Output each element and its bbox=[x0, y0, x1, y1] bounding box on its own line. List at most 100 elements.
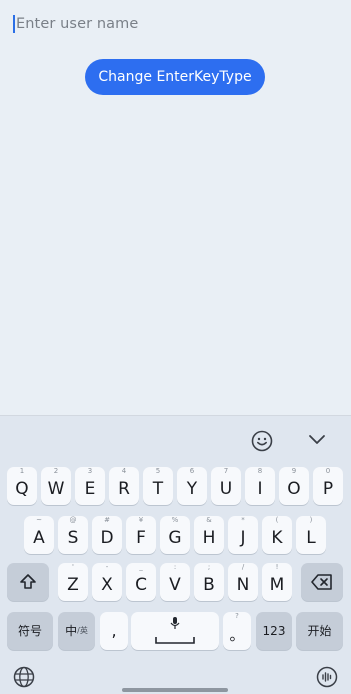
key-c[interactable]: _ C bbox=[126, 563, 156, 601]
key-hint: ~ bbox=[36, 516, 42, 524]
space-key[interactable] bbox=[131, 612, 219, 650]
key-s[interactable]: @ S bbox=[58, 516, 88, 554]
key-a[interactable]: ~ A bbox=[24, 516, 54, 554]
lang-primary: 中 bbox=[65, 624, 78, 638]
key-label: D bbox=[100, 528, 114, 548]
key-hint: ) bbox=[309, 516, 313, 524]
period-key-hint: ? bbox=[235, 612, 239, 620]
numbers-key-label: 123 bbox=[262, 624, 286, 638]
key-hint: / bbox=[241, 563, 245, 571]
key-hint: - bbox=[105, 563, 109, 571]
key-hint: ' bbox=[72, 563, 74, 571]
voice-input-icon[interactable] bbox=[316, 666, 338, 688]
key-y[interactable]: 6Y bbox=[177, 467, 207, 505]
enter-key[interactable]: 开始 bbox=[296, 612, 343, 650]
key-hint: * bbox=[241, 516, 245, 524]
key-label: U bbox=[219, 479, 233, 499]
key-label: J bbox=[240, 528, 246, 548]
shift-icon bbox=[20, 574, 36, 589]
key-t[interactable]: 5T bbox=[143, 467, 173, 505]
key-w[interactable]: 2W bbox=[41, 467, 71, 505]
key-label: A bbox=[33, 528, 45, 548]
key-hint: 8 bbox=[257, 467, 263, 475]
period-key[interactable]: ? 。 bbox=[223, 612, 251, 650]
key-label: H bbox=[202, 528, 216, 548]
key-hint: ( bbox=[275, 516, 279, 524]
key-hint: @ bbox=[69, 516, 77, 524]
soft-keyboard: 1Q2W3E4R5T6Y7U8I9O0P ~ A @ S # D ¥ F% G & H * J(K) L … bbox=[0, 415, 351, 694]
key-label: R bbox=[118, 479, 130, 499]
symbols-key-label: 符号 bbox=[17, 624, 42, 638]
key-i[interactable]: 8I bbox=[245, 467, 275, 505]
key-k[interactable]: (K bbox=[262, 516, 292, 554]
key-v[interactable]: :V bbox=[160, 563, 190, 601]
key-r[interactable]: 4R bbox=[109, 467, 139, 505]
key-label: V bbox=[169, 575, 181, 595]
key-q[interactable]: 1Q bbox=[7, 467, 37, 505]
comma-key-label: , bbox=[111, 621, 117, 640]
key-l[interactable]: ) L bbox=[296, 516, 326, 554]
key-m[interactable]: ! M bbox=[262, 563, 292, 601]
key-label: F bbox=[136, 528, 146, 548]
globe-icon[interactable] bbox=[13, 666, 35, 688]
numbers-key[interactable]: 123 bbox=[256, 612, 292, 650]
key-hint: 1 bbox=[19, 467, 25, 475]
key-h[interactable]: & H bbox=[194, 516, 224, 554]
key-hint: _ bbox=[139, 563, 143, 571]
key-hint: : bbox=[173, 563, 177, 571]
key-x[interactable]: -X bbox=[92, 563, 122, 601]
backspace-icon bbox=[311, 574, 332, 590]
comma-key[interactable]: , bbox=[100, 612, 128, 650]
collapse-keyboard-icon[interactable] bbox=[308, 434, 326, 446]
key-label: S bbox=[67, 528, 79, 548]
language-toggle-key[interactable]: 中 /英 bbox=[58, 612, 95, 650]
change-enter-key-type-button[interactable]: Change EnterKeyType bbox=[85, 59, 265, 95]
key-label: W bbox=[47, 479, 65, 499]
key-p[interactable]: 0P bbox=[313, 467, 343, 505]
app-content: Enter user name Change EnterKeyType bbox=[0, 0, 351, 415]
key-label: Z bbox=[67, 575, 79, 595]
key-hint: & bbox=[206, 516, 212, 524]
period-key-label: 。 bbox=[229, 626, 245, 644]
key-label: T bbox=[152, 479, 164, 499]
key-hint: 5 bbox=[155, 467, 161, 475]
key-b[interactable]: ; B bbox=[194, 563, 224, 601]
username-placeholder: Enter user name bbox=[16, 16, 139, 32]
key-hint: 6 bbox=[189, 467, 195, 475]
key-label: G bbox=[168, 528, 182, 548]
key-label: Y bbox=[186, 479, 198, 499]
key-label: C bbox=[135, 575, 147, 595]
key-label: L bbox=[306, 528, 316, 548]
key-label: N bbox=[236, 575, 250, 595]
key-u[interactable]: 7U bbox=[211, 467, 241, 505]
username-input[interactable]: Enter user name bbox=[13, 11, 333, 37]
key-label: K bbox=[271, 528, 283, 548]
key-hint: # bbox=[104, 516, 110, 524]
shift-key[interactable] bbox=[7, 563, 49, 601]
home-indicator[interactable] bbox=[122, 688, 228, 692]
key-e[interactable]: 3E bbox=[75, 467, 105, 505]
key-f[interactable]: ¥ F bbox=[126, 516, 156, 554]
key-hint: 0 bbox=[325, 467, 331, 475]
key-hint: 3 bbox=[87, 467, 93, 475]
text-caret bbox=[13, 15, 15, 33]
backspace-key[interactable] bbox=[301, 563, 343, 601]
key-label: P bbox=[322, 479, 334, 499]
emoji-icon[interactable] bbox=[251, 430, 273, 452]
key-o[interactable]: 9O bbox=[279, 467, 309, 505]
key-hint: 2 bbox=[53, 467, 59, 475]
key-label: Q bbox=[15, 479, 29, 499]
key-hint: % bbox=[171, 516, 179, 524]
key-label: I bbox=[257, 479, 263, 499]
key-hint: 7 bbox=[223, 467, 229, 475]
key-label: M bbox=[269, 575, 285, 595]
key-hint: ! bbox=[275, 563, 279, 571]
key-n[interactable]: / N bbox=[228, 563, 258, 601]
key-hint: ¥ bbox=[138, 516, 144, 524]
key-hint: ; bbox=[207, 563, 211, 571]
key-z[interactable]: ' Z bbox=[58, 563, 88, 601]
symbols-key[interactable]: 符号 bbox=[7, 612, 53, 650]
key-j[interactable]: * J bbox=[228, 516, 258, 554]
key-d[interactable]: # D bbox=[92, 516, 122, 554]
key-g[interactable]: % G bbox=[160, 516, 190, 554]
